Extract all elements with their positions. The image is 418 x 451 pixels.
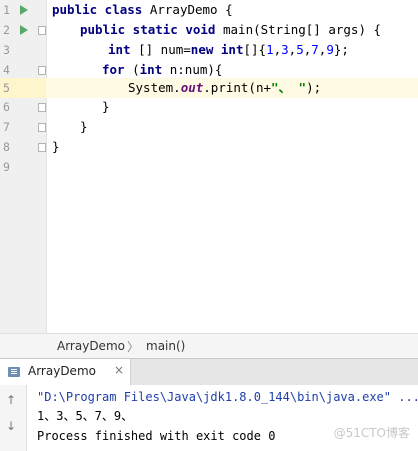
method-declaration: main(String[] args) { — [215, 22, 382, 37]
fold-icon[interactable] — [38, 123, 46, 132]
code-line-7[interactable]: 7 } — [0, 117, 418, 137]
run-tab-bar: ArrayDemo × — [0, 358, 418, 386]
breadcrumb: ArrayDemo 〉 main() — [0, 333, 418, 358]
static-field: out — [180, 80, 204, 95]
line-number: 7 — [3, 120, 10, 134]
code-text: ( — [124, 62, 140, 77]
line-number: 6 — [3, 100, 10, 114]
down-arrow-icon[interactable]: ↓ — [6, 419, 16, 433]
class-declaration: ArrayDemo { — [142, 2, 233, 17]
breadcrumb-separator: 〉 — [127, 340, 140, 354]
number-literal: 1 — [266, 42, 274, 57]
fold-icon[interactable] — [38, 66, 46, 75]
console-icon — [8, 367, 20, 377]
line-number: 4 — [3, 63, 10, 77]
code-text: .print(n+ — [203, 80, 271, 95]
closing-brace: } — [80, 119, 88, 134]
keyword: public class — [52, 2, 143, 17]
console-toolbar: ↑ ↓ — [0, 385, 27, 451]
code-text: ); — [306, 80, 322, 95]
closing-brace: } — [52, 139, 60, 154]
watermark: @51CTO博客 — [333, 426, 410, 440]
line-number: 3 — [3, 43, 10, 57]
number-literal: 9 — [326, 42, 334, 57]
line-number: 8 — [3, 140, 10, 154]
run-tab[interactable]: ArrayDemo × — [0, 359, 131, 385]
run-tab-label: ArrayDemo — [28, 364, 96, 378]
keyword: public static void — [80, 22, 216, 37]
code-text: }; — [333, 42, 349, 57]
code-editor[interactable]: 1 public class ArrayDemo { 2 public stat… — [0, 0, 418, 333]
console-output: 1、3、5、7、9、 — [37, 409, 134, 423]
code-line-2[interactable]: 2 public static void main(String[] args)… — [0, 20, 418, 40]
number-literal: 3 — [281, 42, 289, 57]
run-class-icon[interactable] — [20, 5, 28, 15]
up-arrow-icon[interactable]: ↑ — [6, 393, 16, 407]
fold-icon[interactable] — [38, 143, 46, 152]
string-literal: "、 " — [271, 80, 307, 95]
code-line-3[interactable]: 3 int [] num=new int[]{1,3,5,7,9}; — [0, 40, 418, 60]
breadcrumb-class[interactable]: ArrayDemo — [57, 339, 125, 353]
code-text: n:num){ — [162, 62, 223, 77]
console-command-line: "D:\Program Files\Java\jdk1.8.0_144\bin\… — [37, 390, 418, 404]
line-number: 9 — [3, 160, 10, 174]
keyword: int — [108, 42, 131, 57]
code-line-9[interactable]: 9 — [0, 157, 418, 177]
code-line-5-current[interactable]: 5 System.out.print(n+"、 "); — [0, 78, 418, 98]
line-number: 2 — [3, 23, 10, 37]
code-line-6[interactable]: 6 } — [0, 97, 418, 117]
line-number: 5 — [3, 81, 10, 95]
keyword: new int — [190, 42, 244, 57]
run-console[interactable]: ↑ ↓ "D:\Program Files\Java\jdk1.8.0_144\… — [0, 385, 418, 451]
closing-brace: } — [102, 99, 110, 114]
code-text: [] num= — [130, 42, 191, 57]
console-exit-message: Process finished with exit code 0 — [37, 429, 276, 443]
run-main-icon[interactable] — [20, 25, 28, 35]
code-text: System. — [128, 80, 181, 95]
fold-icon[interactable] — [38, 26, 46, 35]
line-number: 1 — [3, 3, 10, 17]
close-icon[interactable]: × — [114, 363, 124, 377]
code-line-1[interactable]: 1 public class ArrayDemo { — [0, 0, 418, 20]
breadcrumb-method[interactable]: main() — [146, 339, 185, 353]
number-literal: 7 — [311, 42, 319, 57]
fold-icon[interactable] — [38, 103, 46, 112]
number-literal: 5 — [296, 42, 304, 57]
code-line-8[interactable]: 8 } — [0, 137, 418, 157]
code-line-4[interactable]: 4 for (int n:num){ — [0, 60, 418, 80]
keyword: for — [102, 62, 125, 77]
code-text: []{ — [243, 42, 267, 57]
keyword: int — [139, 62, 163, 77]
